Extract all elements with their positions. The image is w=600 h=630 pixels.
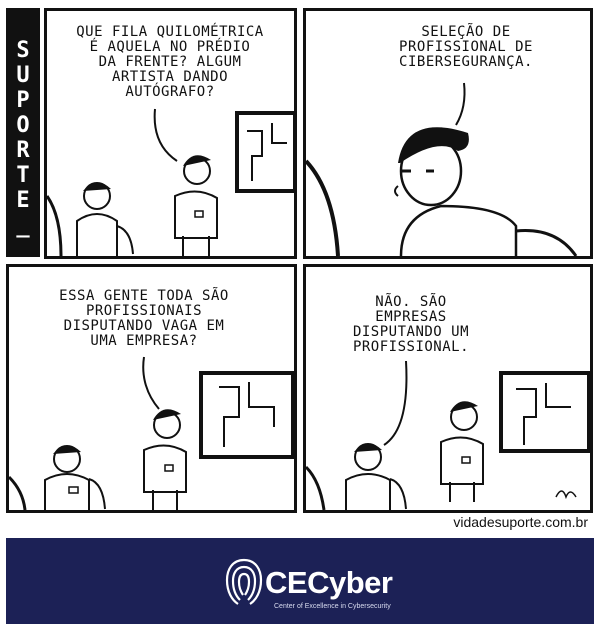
comic-panel-2: SELEÇÃO DE PROFISSIONAL DE CIBERSEGURANÇ… (303, 8, 593, 259)
speech-bubble-3: ESSA GENTE TODA SÃO PROFISSIONAIS DISPUT… (59, 288, 229, 349)
comic-panel-4: NÃO. SÃO EMPRESAS DISPUTANDO UM PROFISSI… (303, 264, 593, 513)
site-credit: vidadesuporte.com.br (453, 514, 588, 530)
comic-panel-3: ESSA GENTE TODA SÃO PROFISSIONAIS DISPUT… (6, 264, 297, 513)
speech-bubble-2: SELEÇÃO DE PROFISSIONAL DE CIBERSEGURANÇ… (399, 24, 533, 70)
brand-name: CECyber (265, 565, 393, 600)
side-title-bar: S U P O R T E _ (6, 8, 40, 257)
side-title: S U P O R T E _ (16, 38, 30, 238)
speech-bubble-1: QUE FILA QUILOMÉTRICA É AQUELA NO PRÉDIO… (76, 24, 264, 100)
speech-bubble-4: NÃO. SÃO EMPRESAS DISPUTANDO UM PROFISSI… (352, 294, 470, 355)
comic-panel-1: QUE FILA QUILOMÉTRICA É AQUELA NO PRÉDIO… (44, 8, 297, 259)
brand-tagline: Center of Excellence in Cybersecurity (274, 603, 391, 610)
fingerprint-logo-icon (225, 558, 263, 605)
